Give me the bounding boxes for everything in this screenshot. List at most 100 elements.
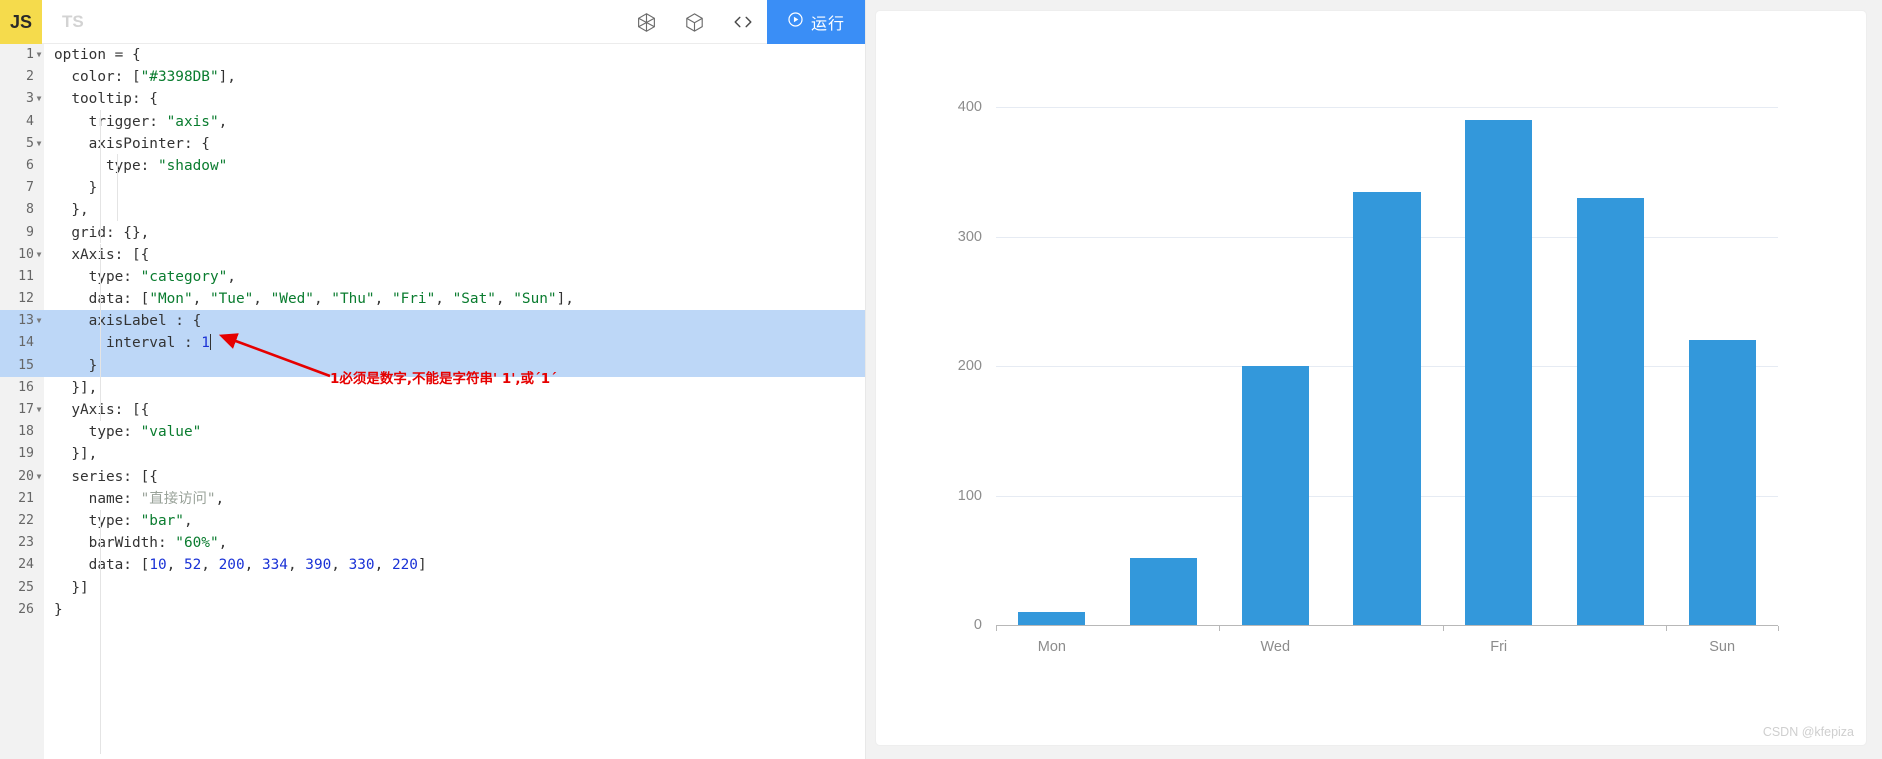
code-line[interactable]: 5 ▼ axisPointer: {: [0, 133, 865, 155]
code-text: }: [54, 357, 98, 374]
line-number: 24: [18, 557, 34, 573]
code-line[interactable]: 2 color: ["#3398DB"],: [0, 66, 865, 88]
run-button[interactable]: 运行: [766, 0, 865, 44]
code-text: }],: [54, 446, 98, 463]
y-axis-tick-label: 400: [957, 99, 982, 115]
x-axis-tick-label: Fri: [1490, 639, 1508, 655]
bar[interactable]: [1576, 197, 1644, 625]
line-number: 2: [26, 69, 34, 85]
code-line[interactable]: 9 grid: {},: [0, 222, 865, 244]
y-axis-tick-label: 200: [957, 358, 982, 374]
code-text: data: ["Mon", "Tue", "Wed", "Thu", "Fri"…: [54, 291, 574, 308]
line-number: 26: [18, 601, 34, 617]
tab-ts[interactable]: TS: [42, 0, 104, 44]
code-line[interactable]: 16 }],: [0, 377, 865, 399]
code-line[interactable]: 26}: [0, 599, 865, 621]
fold-toggle-icon[interactable]: ▼: [34, 399, 44, 421]
x-axis-tick-label: Mon: [1037, 639, 1066, 655]
code-line[interactable]: 14 interval : 1: [0, 332, 865, 355]
line-number: 25: [18, 579, 34, 595]
fold-toggle-icon[interactable]: ▼: [34, 44, 44, 66]
code-line[interactable]: 21 name: "直接访问",: [0, 488, 865, 510]
chart-card: 0 100 200 300 400 Mon Wed Fri Sun CSDN @kfepiza: [876, 11, 1866, 745]
bar[interactable]: [1241, 366, 1309, 625]
grid-line: [996, 107, 1778, 108]
line-number: 3: [26, 91, 34, 107]
fold-toggle-icon[interactable]: ▼: [34, 88, 44, 110]
code-line[interactable]: 8 },: [0, 199, 865, 221]
line-number: 5: [26, 135, 34, 151]
y-axis-tick-label: 100: [957, 487, 982, 504]
fold-toggle-icon[interactable]: ▼: [34, 466, 44, 488]
code-line[interactable]: 17 ▼ yAxis: [{: [0, 399, 865, 421]
line-number: 10: [18, 246, 34, 262]
run-button-label: 运行: [810, 16, 845, 33]
code-line[interactable]: 25 }]: [0, 577, 865, 599]
code-icon[interactable]: [719, 0, 767, 44]
line-number: 22: [18, 512, 34, 528]
chart-preview-pane: 0 100 200 300 400 Mon Wed Fri Sun CSDN @kfepiza: [866, 0, 1882, 759]
code-text: option = {: [54, 47, 141, 63]
watermark: CSDN @kfepiza: [1762, 725, 1854, 739]
line-number: 7: [26, 180, 34, 196]
code-text: grid: {},: [54, 224, 150, 241]
bar-chart[interactable]: 0 100 200 300 400 Mon Wed Fri Sun: [876, 11, 1866, 745]
line-number: 13: [18, 313, 34, 329]
code-line[interactable]: 6 type: "shadow": [0, 155, 865, 177]
code-text: type: "category",: [54, 268, 236, 285]
fold-toggle-icon[interactable]: ▼: [34, 244, 44, 266]
indent-guide: [100, 244, 101, 421]
line-number: 12: [18, 291, 34, 307]
code-text: interval : 1: [54, 334, 211, 352]
code-line[interactable]: 22 type: "bar",: [0, 510, 865, 532]
code-line[interactable]: 10 ▼ xAxis: [{: [0, 244, 865, 266]
bar[interactable]: [1688, 340, 1756, 625]
tab-js-label: JS: [9, 11, 33, 32]
code-text: },: [54, 202, 89, 219]
code-line[interactable]: 4 trigger: "axis",: [0, 111, 865, 133]
code-area[interactable]: 1 ▼ option = {2 color: ["#3398DB"], 3 ▼ tool…: [0, 44, 865, 759]
x-axis-tick: [1442, 626, 1444, 631]
line-number: 15: [18, 357, 34, 373]
code-text: data: [10, 52, 200, 334, 390, 330, 220]: [54, 557, 427, 574]
code-text: tooltip: {: [54, 91, 158, 108]
code-line[interactable]: 12 data: ["Mon", "Tue", "Wed", "Thu", "F…: [0, 288, 865, 310]
fold-toggle-icon[interactable]: ▼: [34, 310, 44, 332]
line-number: 16: [18, 379, 34, 395]
code-text: }: [54, 601, 63, 618]
code-line[interactable]: 1 ▼ option = {: [0, 44, 865, 66]
code-text: trigger: "axis",: [54, 113, 228, 130]
code-line[interactable]: 15 }: [0, 354, 865, 377]
code-line[interactable]: 18 type: "value": [0, 421, 865, 443]
bar[interactable]: [1353, 192, 1421, 625]
text-caret: [209, 334, 211, 351]
code-line[interactable]: 3 ▼ tooltip: {: [0, 88, 865, 110]
code-line[interactable]: 7 }: [0, 177, 865, 199]
code-line[interactable]: 24 data: [10, 52, 200, 334, 390, 330, 22…: [0, 554, 865, 576]
line-number: 11: [18, 268, 34, 284]
tab-js[interactable]: JS: [0, 0, 42, 44]
code-line[interactable]: 19 }],: [0, 443, 865, 465]
code-editor-pane: JS TS 运行 1 ▼ option = {2 color: ["#3398…: [0, 0, 866, 759]
fold-toggle-icon[interactable]: ▼: [34, 133, 44, 155]
bar[interactable]: [1130, 557, 1198, 625]
line-number: 23: [18, 535, 34, 551]
code-text: type: "shadow": [54, 157, 228, 174]
indent-guide: [100, 554, 101, 754]
x-axis-tick-label: Wed: [1260, 639, 1291, 655]
code-text: }: [54, 180, 98, 197]
code-line[interactable]: 13 ▼ axisLabel : {: [0, 310, 865, 333]
code-text: barWidth: "60%",: [54, 535, 228, 552]
bar[interactable]: [1018, 612, 1086, 625]
code-lines[interactable]: 1 ▼ option = {2 color: ["#3398DB"], 3 ▼ tool…: [0, 44, 865, 621]
code-line[interactable]: 11 type: "category",: [0, 266, 865, 288]
code-text: name: "直接访问",: [54, 490, 225, 507]
code-line[interactable]: 20 ▼ series: [{: [0, 466, 865, 488]
cube-icon[interactable]: [671, 0, 719, 44]
y-axis-tick-label: 300: [957, 228, 982, 245]
x-axis-line: [996, 625, 1778, 626]
gallery-icon[interactable]: [623, 0, 671, 44]
bar[interactable]: [1465, 119, 1533, 625]
line-number: 1: [26, 47, 34, 62]
code-line[interactable]: 23 barWidth: "60%",: [0, 532, 865, 554]
